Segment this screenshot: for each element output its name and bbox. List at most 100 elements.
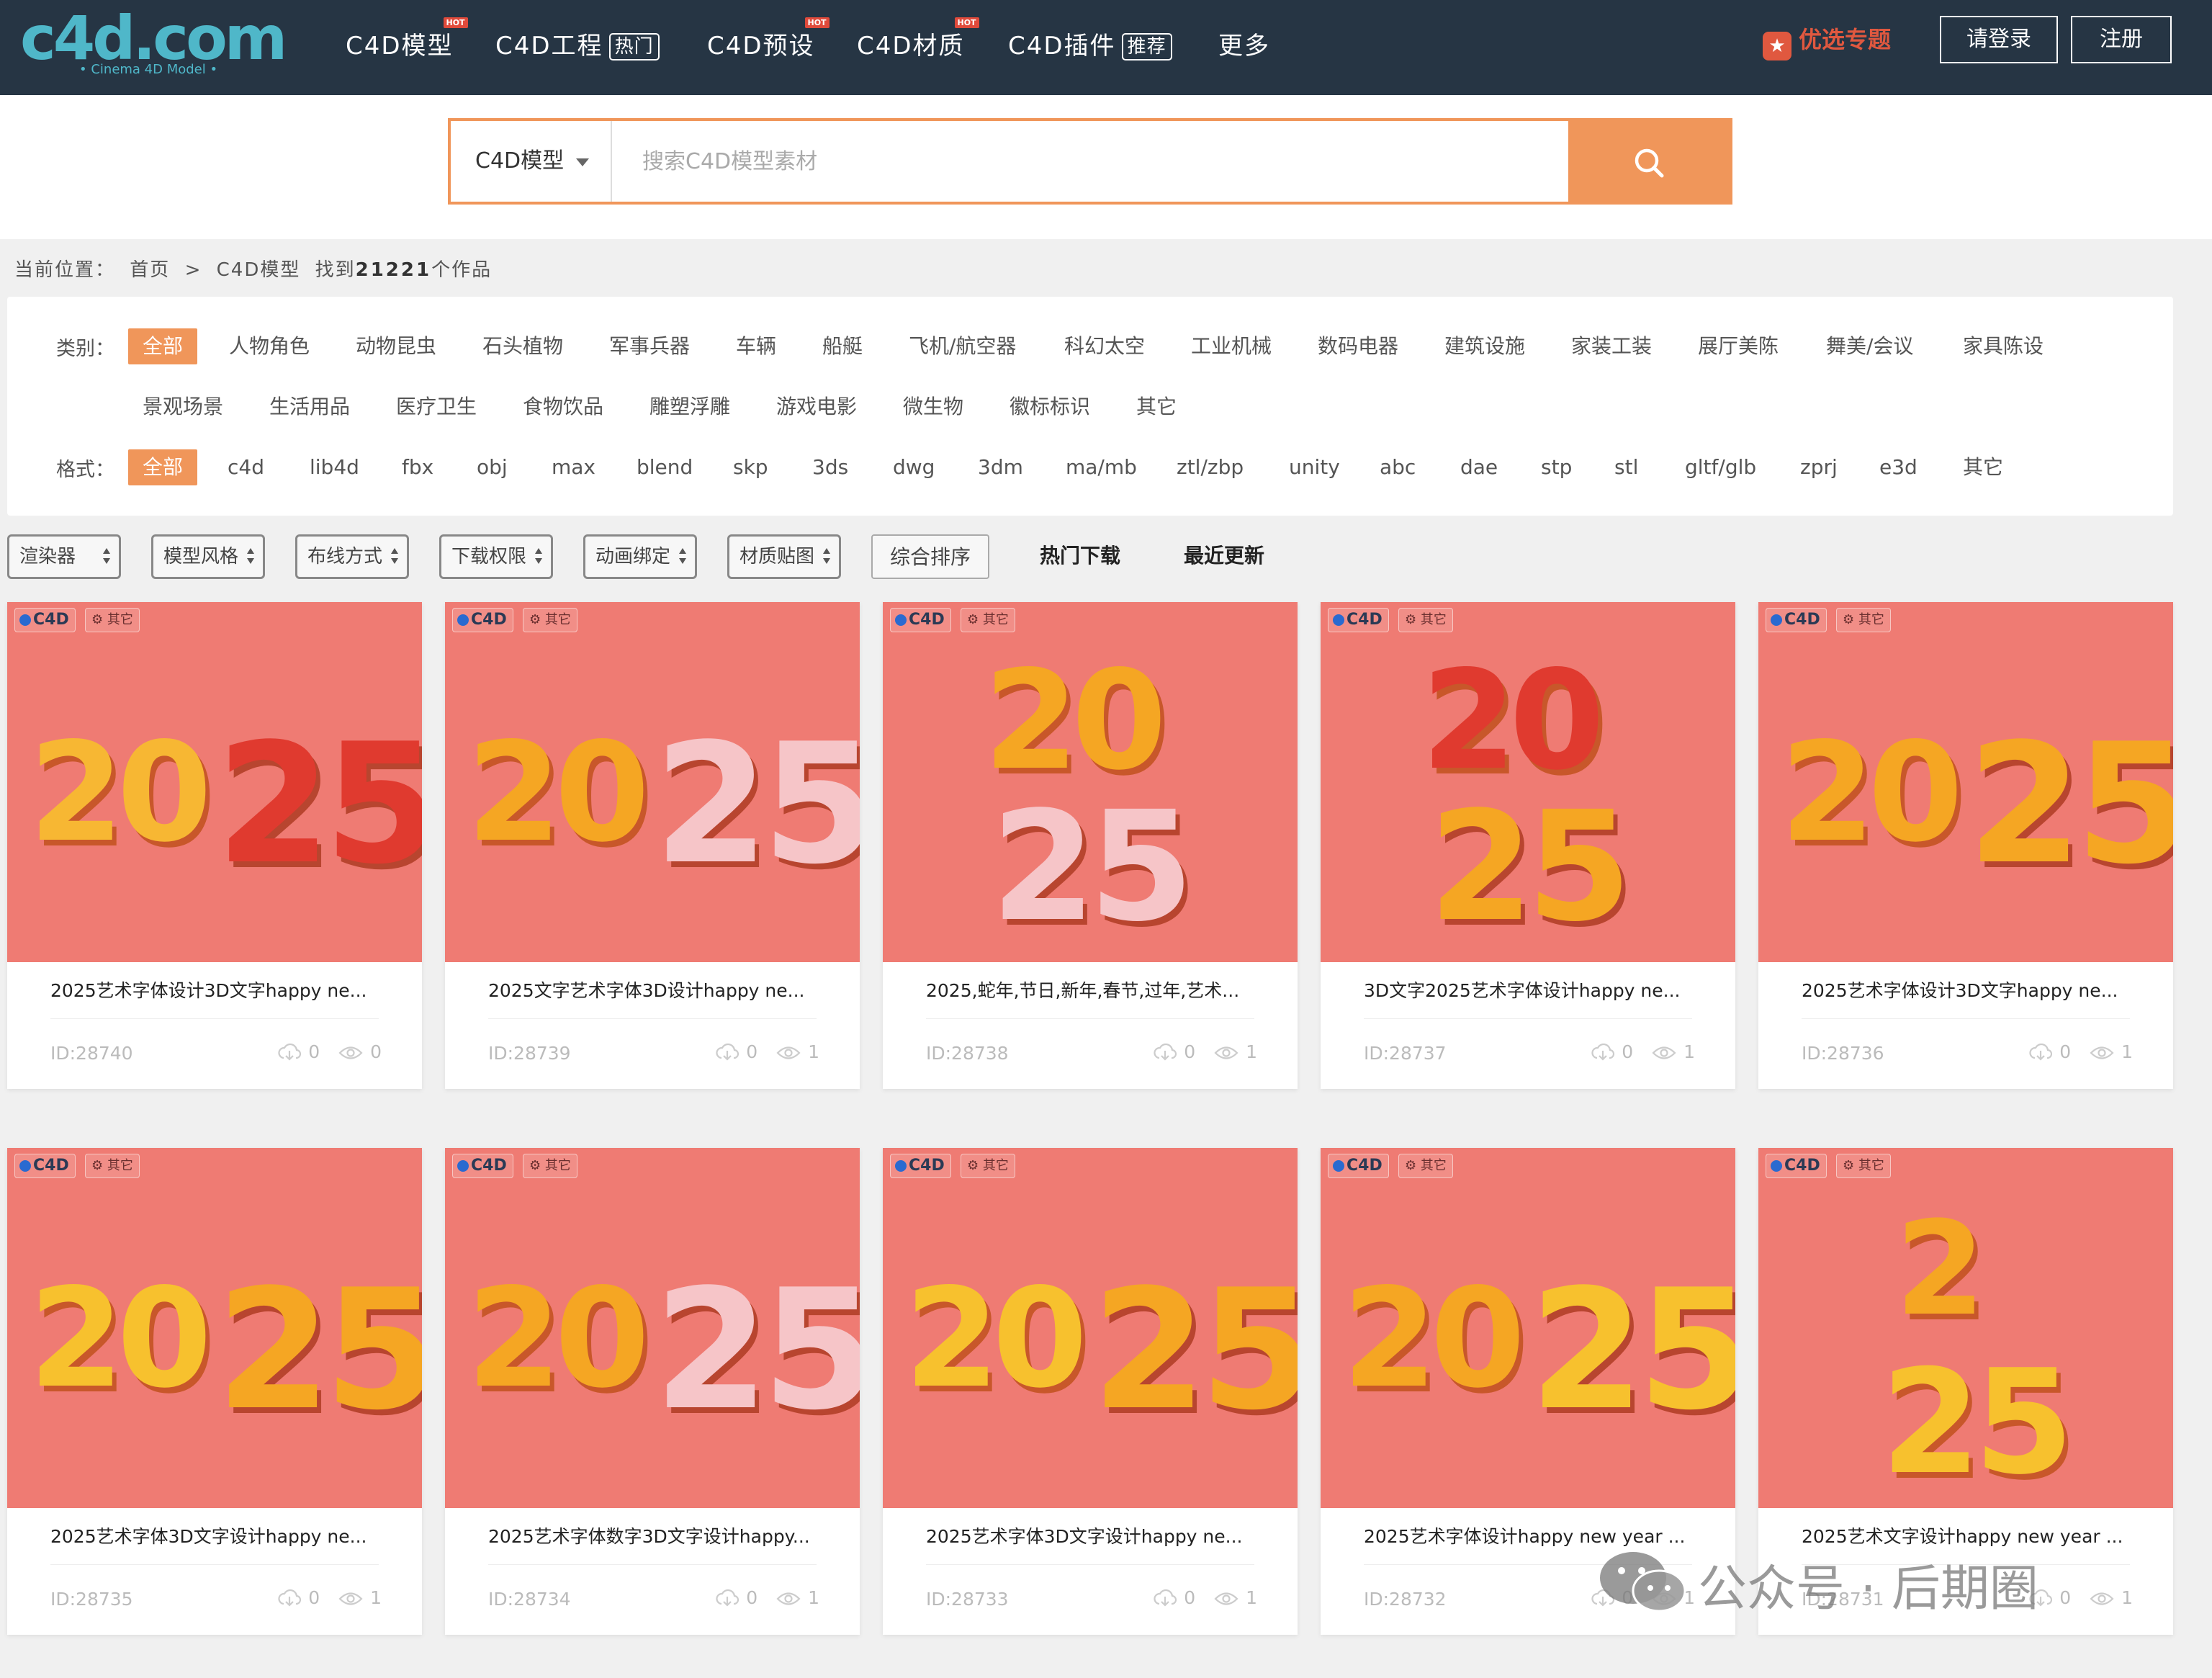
category-item[interactable]: 建筑设施 [1444, 328, 1525, 364]
category-item[interactable]: 家装工装 [1571, 328, 1652, 364]
card-thumbnail[interactable]: 2 2 25 25 C4D ⚙ 其它 [1758, 1148, 2173, 1508]
format-item[interactable]: stl [1614, 449, 1638, 485]
format-item[interactable]: 3ds [812, 449, 848, 485]
model-style-select[interactable]: 模型风格 [151, 534, 265, 579]
format-item[interactable]: 3dm [978, 449, 1023, 485]
search-category-select[interactable]: C4D模型 [451, 121, 612, 202]
category-item[interactable]: 车辆 [736, 328, 776, 364]
model-card[interactable]: 20 20 25 25 C4D ⚙ 其它 2025艺术字体设计3D文字happy ne...… [1758, 602, 2173, 1089]
card-title[interactable]: 2025艺术字体设计3D文字happy ne... [1802, 977, 2130, 1005]
category-item[interactable]: 船艇 [822, 328, 863, 364]
card-title[interactable]: 2025艺术字体设计3D文字happy ne... [50, 977, 379, 1005]
format-item[interactable]: blend [637, 449, 693, 485]
format-item[interactable]: dwg [893, 449, 935, 485]
category-item[interactable]: 生活用品 [269, 389, 350, 425]
animation-rig-select[interactable]: 动画绑定 [583, 534, 697, 579]
format-item[interactable]: abc [1380, 449, 1416, 485]
category-item[interactable]: 石头植物 [482, 328, 563, 364]
category-item[interactable]: 动物昆虫 [356, 328, 436, 364]
category-item[interactable]: 科幻太空 [1064, 328, 1145, 364]
format-item[interactable]: skp [733, 449, 768, 485]
format-item[interactable]: c4d [228, 449, 264, 485]
material-texture-select[interactable]: 材质贴图 [727, 534, 841, 579]
card-thumbnail[interactable]: 20 20 25 25 C4D ⚙ 其它 [7, 602, 422, 962]
sort-recent-update[interactable]: 最近更新 [1166, 534, 1282, 579]
category-item[interactable]: 数码电器 [1318, 328, 1398, 364]
breadcrumb-current[interactable]: C4D模型 [217, 259, 301, 281]
sort-hot-downloads[interactable]: 热门下载 [1022, 534, 1138, 579]
nav-more[interactable]: 更多 [1218, 26, 1270, 60]
format-all[interactable]: 全部 [128, 449, 198, 485]
model-card[interactable]: 20 20 25 25 C4D ⚙ 其它 2025艺术字体3D文字设计happy ne...… [7, 1148, 422, 1635]
card-title[interactable]: 2025艺术字体设计happy new year ... [1364, 1522, 1692, 1551]
card-title[interactable]: 2025,蛇年,节日,新年,春节,过年,艺术... [926, 977, 1254, 1005]
category-item[interactable]: 工业机械 [1191, 328, 1272, 364]
breadcrumb-home[interactable]: 首页 [130, 259, 170, 281]
category-item[interactable]: 景观场景 [143, 389, 223, 425]
format-item[interactable]: dae [1460, 449, 1498, 485]
model-card[interactable]: 20 20 25 25 C4D ⚙ 其它 2025艺术字体3D文字设计happy ne...… [883, 1148, 1298, 1635]
search-button[interactable] [1568, 121, 1730, 202]
category-item[interactable]: 徽标标识 [1010, 389, 1090, 425]
nav-c4d-project[interactable]: C4D工程 热门 [495, 26, 660, 60]
card-thumbnail[interactable]: 20 20 25 25 C4D ⚙ 其它 [1758, 602, 2173, 962]
login-button[interactable]: 请登录 [1940, 16, 2058, 63]
card-thumbnail[interactable]: 20 20 25 25 C4D ⚙ 其它 [1321, 602, 1735, 962]
featured-topics-link[interactable]: ★ 优选专题 [1763, 22, 1891, 60]
model-card[interactable]: 20 20 25 25 C4D ⚙ 其它 2025,蛇年,节日,新年,春节,过年,艺术...… [883, 602, 1298, 1089]
card-thumbnail[interactable]: 20 20 25 25 C4D ⚙ 其它 [445, 1148, 860, 1508]
format-item[interactable]: fbx [402, 449, 433, 485]
category-item[interactable]: 舞美/会议 [1826, 328, 1913, 364]
category-item[interactable]: 雕塑浮雕 [649, 389, 730, 425]
download-permission-select[interactable]: 下载权限 [439, 534, 553, 579]
format-item[interactable]: 其它 [1963, 449, 2003, 485]
category-item[interactable]: 飞机/航空器 [909, 328, 1016, 364]
sort-comprehensive[interactable]: 综合排序 [871, 534, 989, 579]
format-item[interactable]: stp [1541, 449, 1572, 485]
card-title[interactable]: 2025艺术文字设计happy new year ... [1802, 1522, 2130, 1551]
renderer-select[interactable]: 渲染器 [7, 534, 121, 579]
nav-c4d-plugin[interactable]: C4D插件 推荐 [1008, 26, 1172, 60]
card-thumbnail[interactable]: 20 20 25 25 C4D ⚙ 其它 [883, 1148, 1298, 1508]
card-title[interactable]: 2025艺术字体3D文字设计happy ne... [50, 1522, 379, 1551]
category-item[interactable]: 家具陈设 [1963, 328, 2044, 364]
format-item[interactable]: lib4d [310, 449, 359, 485]
format-item[interactable]: zprj [1800, 449, 1838, 485]
category-all[interactable]: 全部 [128, 328, 198, 364]
card-thumbnail[interactable]: 20 20 25 25 C4D ⚙ 其它 [7, 1148, 422, 1508]
format-item[interactable]: obj [477, 449, 508, 485]
card-title[interactable]: 2025艺术字体3D文字设计happy ne... [926, 1522, 1254, 1551]
card-title[interactable]: 3D文字2025艺术字体设计happy ne... [1364, 977, 1692, 1005]
format-item[interactable]: ma/mb [1066, 449, 1137, 485]
format-item[interactable]: ztl/zbp [1177, 449, 1244, 485]
model-card[interactable]: 20 20 25 25 C4D ⚙ 其它 2025艺术字体设计3D文字happy ne...… [7, 602, 422, 1089]
model-card[interactable]: 20 20 25 25 C4D ⚙ 其它 3D文字2025艺术字体设计happy ne...… [1321, 602, 1735, 1089]
category-item[interactable]: 食物饮品 [523, 389, 603, 425]
category-item[interactable]: 微生物 [903, 389, 963, 425]
nav-c4d-preset[interactable]: C4D预设 HOT [707, 17, 830, 60]
wiring-select[interactable]: 布线方式 [295, 534, 409, 579]
category-item[interactable]: 其它 [1136, 389, 1177, 425]
card-thumbnail[interactable]: 20 20 25 25 C4D ⚙ 其它 [1321, 1148, 1735, 1508]
category-item[interactable]: 人物角色 [229, 328, 310, 364]
nav-c4d-model[interactable]: C4D模型 HOT [346, 17, 468, 60]
format-item[interactable]: gltf/glb [1685, 449, 1756, 485]
format-item[interactable]: max [552, 449, 595, 485]
card-divider [488, 1018, 817, 1019]
register-button[interactable]: 注册 [2071, 16, 2172, 63]
card-thumbnail[interactable]: 20 20 25 25 C4D ⚙ 其它 [883, 602, 1298, 962]
model-card[interactable]: 20 20 25 25 C4D ⚙ 其它 2025艺术字体数字3D文字设计happy... I… [445, 1148, 860, 1635]
category-item[interactable]: 军事兵器 [609, 328, 690, 364]
nav-c4d-material[interactable]: C4D材质 HOT [857, 17, 979, 60]
model-card[interactable]: 20 20 25 25 C4D ⚙ 其它 2025文字艺术字体3D设计happy ne...… [445, 602, 860, 1089]
search-input[interactable] [613, 121, 1570, 202]
format-item[interactable]: e3d [1879, 449, 1917, 485]
site-logo[interactable]: c4d.com • Cinema 4D Model • [20, 0, 287, 86]
category-item[interactable]: 游戏电影 [776, 389, 857, 425]
format-item[interactable]: unity [1289, 449, 1340, 485]
card-title[interactable]: 2025文字艺术字体3D设计happy ne... [488, 977, 817, 1005]
category-item[interactable]: 医疗卫生 [396, 389, 477, 425]
card-thumbnail[interactable]: 20 20 25 25 C4D ⚙ 其它 [445, 602, 860, 962]
category-item[interactable]: 展厅美陈 [1698, 328, 1779, 364]
card-title[interactable]: 2025艺术字体数字3D文字设计happy... [488, 1522, 817, 1551]
